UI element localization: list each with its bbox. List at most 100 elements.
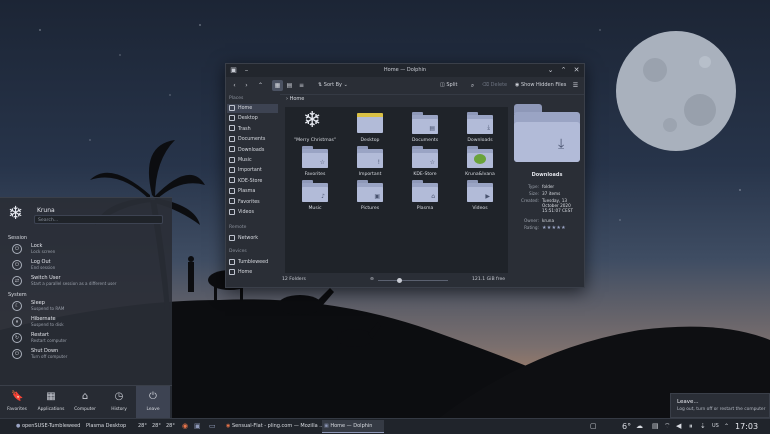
tab-computer[interactable]: ⌂ Computer xyxy=(68,386,102,420)
keyboard-layout[interactable]: US xyxy=(712,419,719,434)
places-item-videos[interactable]: Videos xyxy=(227,208,278,217)
breadcrumb-home[interactable]: Home xyxy=(290,96,305,102)
compact-view-button[interactable]: ▤ xyxy=(284,80,295,91)
task-firefox[interactable]: ◉ Sensual-Flat - pling.com — Mozilla ... xyxy=(224,420,324,433)
places-item-downloads[interactable]: Downloads xyxy=(227,146,278,155)
leave-item-log-out[interactable]: ⏻ Log Out End session xyxy=(12,259,162,273)
file-label: Music xyxy=(308,206,322,211)
info-value: 37 items xyxy=(542,191,561,196)
volume-icon[interactable]: ◀ xyxy=(676,419,681,434)
split-label: Split xyxy=(446,82,458,88)
sort-by-button[interactable]: ⇅ Sort By ⌄ xyxy=(318,80,348,91)
minimize-icon[interactable]: ⌄ xyxy=(546,66,555,75)
file-item[interactable]: ⌂ Plasma xyxy=(399,176,451,221)
delete-button[interactable]: ⌫ Delete xyxy=(482,80,507,91)
star-icon xyxy=(229,198,235,205)
network-icon xyxy=(229,234,235,241)
folder-icon: ♪ xyxy=(302,180,328,202)
dolphin-taskbar-icon[interactable]: ▣ xyxy=(194,419,201,434)
app-menu-button[interactable]: ● openSUSE-Tumbleweed xyxy=(16,419,80,434)
leave-item-subtitle: Lock screen xyxy=(31,249,56,254)
desktop-label[interactable]: Plasma Desktop xyxy=(86,419,126,434)
tab-label: Applications xyxy=(37,407,65,412)
places-item-plasma[interactable]: Plasma xyxy=(227,187,278,196)
tooltip-title: Leave... xyxy=(677,399,699,405)
places-item-home-device[interactable]: Home xyxy=(227,268,278,277)
file-item[interactable]: ▣ Pictures xyxy=(344,176,396,221)
weather-temp-1[interactable]: 28° xyxy=(138,419,147,434)
zoom-slider-handle[interactable] xyxy=(396,278,402,283)
places-item-important[interactable]: Important xyxy=(227,166,278,175)
places-item-kde-store[interactable]: KDE-Store xyxy=(227,177,278,186)
clipboard-icon[interactable]: ▤ xyxy=(652,419,659,434)
up-button[interactable]: ⌃ xyxy=(255,80,266,91)
details-view-button[interactable]: ≡ xyxy=(296,80,307,91)
remote-header: Remote xyxy=(229,225,247,230)
search-input[interactable]: Search... xyxy=(34,215,163,224)
network-tray-icon[interactable]: ⌔ xyxy=(664,419,671,434)
places-item-tumbleweed[interactable]: Tumbleweed xyxy=(227,258,278,267)
tab-favorites[interactable]: 🔖 Favorites xyxy=(0,386,34,420)
task-dolphin[interactable]: ▣ Home — Dolphin xyxy=(322,420,384,433)
split-button[interactable]: ◫ Split xyxy=(440,80,457,91)
desktop-folder-icon xyxy=(357,113,383,133)
rating-stars[interactable]: ★★★★★ xyxy=(542,225,582,231)
firefox-icon[interactable]: ◉ xyxy=(182,419,188,434)
leave-item-hibernate[interactable]: ⏸ Hibernate Suspend to disk xyxy=(12,316,162,330)
search-icon[interactable]: ⌕ xyxy=(467,80,478,91)
weather-temp-2[interactable]: 28° xyxy=(152,419,161,434)
leave-item-restart[interactable]: ↻ Restart Restart computer xyxy=(12,332,162,346)
close-icon[interactable]: ✕ xyxy=(572,66,581,75)
clock[interactable]: 17:03 xyxy=(735,419,758,434)
zoom-out-icon[interactable]: ⊖ xyxy=(370,277,374,282)
places-item-label: Network xyxy=(238,236,259,241)
places-item-desktop[interactable]: Desktop xyxy=(227,114,278,123)
file-item[interactable]: ▶ Videos xyxy=(454,176,506,221)
weather-temp-3[interactable]: 28° xyxy=(166,419,175,434)
show-hidden-label: Show Hidden Files xyxy=(520,82,567,88)
dolphin-window[interactable]: ▣ – Home — Dolphin ⌄ ⌃ ✕ ‹ › ⌃ ▦ ▤ ≡ ⇅ S… xyxy=(225,63,585,288)
tab-leave[interactable]: ⏻ Leave xyxy=(136,386,170,420)
show-hidden-files-button[interactable]: ◉ Show Hidden Files xyxy=(515,80,566,91)
updates-icon[interactable]: ⇣ xyxy=(700,419,706,434)
places-item-music[interactable]: Music xyxy=(227,156,278,165)
places-item-label: Home xyxy=(238,270,253,275)
task-label: Sensual-Flat - pling.com — Mozilla ... xyxy=(231,423,325,429)
task-label: Home — Dolphin xyxy=(330,423,373,429)
important-icon xyxy=(229,166,235,173)
folder-icon: ⤓ xyxy=(467,112,493,134)
show-desktop-icon[interactable]: ▢ xyxy=(590,419,597,434)
pause-icon[interactable]: ⏸ xyxy=(689,419,693,434)
lock-icon: ⏻ xyxy=(12,244,22,254)
places-item-network[interactable]: Network xyxy=(227,234,278,243)
places-item-label: Important xyxy=(238,168,262,174)
icons-view-button[interactable]: ▦ xyxy=(272,80,283,91)
tab-applications[interactable]: ▦ Applications xyxy=(34,386,68,420)
tray-expand-icon[interactable]: ⌃ xyxy=(724,419,729,434)
places-item-home[interactable]: Home xyxy=(227,104,278,113)
information-panel: ⤓ Downloads Type: folder Size: 37 items Crea… xyxy=(510,94,584,287)
places-item-documents[interactable]: Documents xyxy=(227,135,278,144)
places-item-favorites[interactable]: Favorites xyxy=(227,198,278,207)
leave-icon: ⏻ xyxy=(149,391,157,402)
launcher-header: ❄ Kruna Search... xyxy=(0,198,172,229)
tab-label: Leave xyxy=(146,407,160,412)
pager-icon[interactable]: ▭ xyxy=(209,419,216,434)
tab-history[interactable]: ◷ History xyxy=(102,386,136,420)
leave-item-switch-user[interactable]: ⇄ Switch User Start a parallel session as … xyxy=(12,275,162,289)
back-button[interactable]: ‹ xyxy=(229,80,240,91)
places-item-trash[interactable]: Trash xyxy=(227,125,278,134)
window-titlebar[interactable]: ▣ – Home — Dolphin ⌄ ⌃ ✕ xyxy=(226,64,584,77)
cloud-icon[interactable]: ☁ xyxy=(636,419,643,434)
leave-item-lock[interactable]: ⏻ Lock Lock screen xyxy=(12,243,162,257)
maximize-icon[interactable]: ⌃ xyxy=(559,66,568,75)
zoom-slider[interactable] xyxy=(378,278,448,283)
breadcrumb[interactable]: › Home xyxy=(286,96,304,102)
snowflake-avatar-icon[interactable]: ❄ xyxy=(8,205,23,223)
weather-widget[interactable]: 6° xyxy=(622,419,631,434)
leave-item-shut-down[interactable]: ⏻ Shut Down Turn off computer xyxy=(12,348,162,362)
leave-item-sleep[interactable]: ☾ Sleep Suspend to RAM xyxy=(12,300,162,314)
hamburger-menu-icon[interactable]: ☰ xyxy=(570,80,581,91)
file-item[interactable]: ♪ Music xyxy=(289,176,341,221)
forward-button[interactable]: › xyxy=(241,80,252,91)
